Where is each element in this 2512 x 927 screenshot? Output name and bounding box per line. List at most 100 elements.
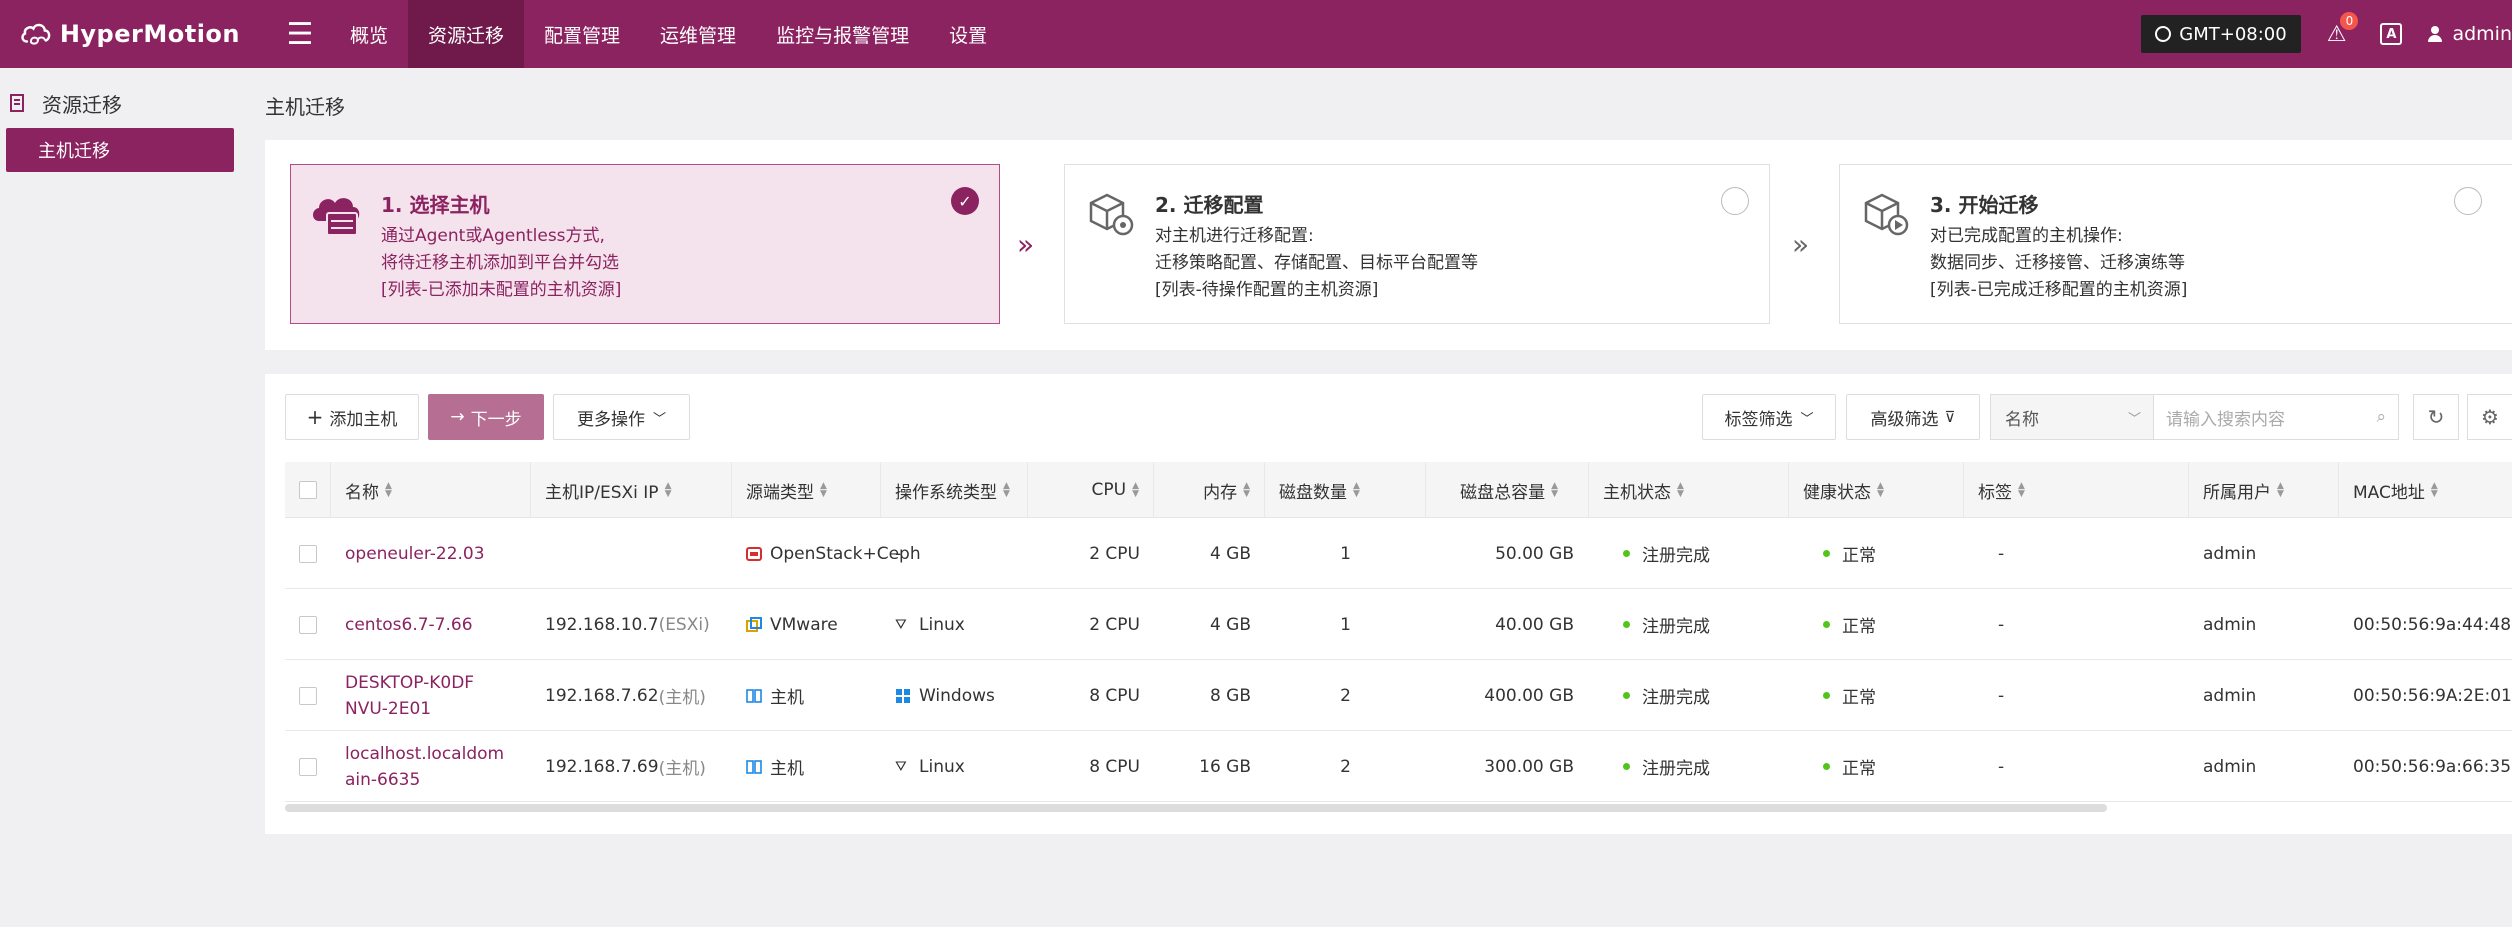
table-row[interactable]: localhost.localdomain-6635 192.168.7.69(… (285, 731, 2512, 802)
host-name-link[interactable]: centos6.7-7.66 (345, 589, 525, 660)
tags: - (1998, 685, 2005, 706)
step-desc-line: [列表-已添加未配置的主机资源] (381, 280, 622, 300)
menu-toggle-icon[interactable]: ☰ (270, 0, 330, 68)
mac-address (2353, 518, 2512, 589)
os-type: ⛛ Linux (895, 756, 965, 777)
tag-filter-dropdown[interactable]: 标签筛选 ﹀ (1702, 394, 1836, 440)
col-source-type[interactable]: 源端类型 ▲ ▼ (732, 462, 881, 518)
step-title: 3. 开始迁移 (1930, 193, 2039, 217)
notification-button[interactable]: ⚠ 0 (2327, 11, 2359, 47)
step-select-host[interactable]: 1. 选择主机 通过Agent或Agentless方式, 将待迁移主机添加到平台… (290, 164, 1000, 324)
status-dot (1623, 550, 1630, 557)
step-desc-line: 通过Agent或Agentless方式, (381, 226, 605, 246)
cpu-count: 8 CPU (1089, 756, 1140, 777)
owner: admin (2203, 685, 2257, 706)
nav-overview[interactable]: 概览 (330, 0, 408, 68)
sort-icon: ▲ ▼ (1551, 481, 1558, 499)
sort-icon: ▲ ▼ (664, 481, 672, 499)
step-migration-config[interactable]: 2. 迁移配置 对主机进行迁移配置: 迁移策略配置、存储配置、目标平台配置等 [… (1064, 164, 1770, 324)
nav-resource-migration[interactable]: 资源迁移 (408, 0, 525, 68)
col-memory[interactable]: 内存 ▲ ▼ (1154, 462, 1265, 518)
sort-icon: ▲ ▼ (1353, 481, 1360, 499)
host-icon (746, 759, 762, 774)
row-checkbox[interactable] (299, 686, 317, 705)
search-field-select[interactable]: 名称 ﹀ (1990, 394, 2154, 440)
select-all-checkbox[interactable] (298, 481, 317, 499)
status-dot (1623, 692, 1630, 699)
filter-icon: ⊽ (1944, 408, 1956, 426)
tags: - (1998, 543, 2005, 564)
more-actions-dropdown[interactable]: 更多操作 ﹀ (553, 394, 690, 440)
sidebar-group-resource-migration[interactable]: 资源迁移 (0, 78, 250, 128)
col-disk-count[interactable]: 磁盘数量 ▲ ▼ (1265, 462, 1426, 518)
arrow-right-icon: → (450, 407, 465, 427)
table-row[interactable]: DESKTOP-K0DFNVU-2E01 192.168.7.62 (主机) 主机… (285, 660, 2512, 731)
tags: - (1998, 756, 2005, 777)
sort-icon: ▲ ▼ (1877, 481, 1884, 499)
sidebar-item-host-migration[interactable]: 主机迁移 (6, 128, 234, 172)
mac-address: 00:50:56:9A:2E:01 (2353, 685, 2512, 706)
search-placeholder: 请输入搜索内容 (2166, 409, 2285, 430)
sort-icon: ▲ ▼ (2430, 481, 2438, 499)
cloud-server-icon (313, 198, 360, 236)
sort-icon: ▲ ▼ (385, 481, 392, 499)
settings-button[interactable]: ⚙ (2467, 394, 2512, 440)
timezone-button[interactable]: GMT+08:00 (2141, 15, 2301, 53)
step-start-migration[interactable]: 3. 开始迁移 对已完成配置的主机操作: 数据同步、迁移接管、迁移演练等 [列表… (1839, 164, 2512, 324)
sort-icon: ▲ ▼ (1132, 481, 1139, 499)
col-tags[interactable]: 标签 ▲ ▼ (1964, 462, 2189, 518)
col-os-type[interactable]: 操作系统类型 ▲ ▼ (881, 462, 1028, 518)
cpu-count: 2 CPU (1089, 543, 1140, 564)
table-header: 名称 ▲ ▼ 主机IP/ESXi IP ▲ ▼ 源端类型 ▲ ▼ 操作系统类型 ▲ ▼ CPU ▲… (285, 462, 2512, 518)
search-icon: ⌕ (2376, 407, 2386, 427)
col-name[interactable]: 名称 ▲ ▼ (331, 462, 531, 518)
col-disk-capacity[interactable]: 磁盘总容量 ▲ ▼ (1426, 462, 1589, 518)
col-host-status[interactable]: 主机状态 ▲ ▼ (1589, 462, 1789, 518)
col-health-status[interactable]: 健康状态 ▲ ▼ (1789, 462, 1964, 518)
col-ip[interactable]: 主机IP/ESXi IP ▲ ▼ (531, 462, 732, 518)
step-radio[interactable] (1721, 187, 1749, 215)
row-checkbox[interactable] (299, 615, 317, 634)
step-desc-line: 数据同步、迁移接管、迁移演练等 (1930, 253, 2185, 273)
host-ip: 192.168.7.62 (主机) (545, 685, 706, 709)
next-step-button[interactable]: → 下一步 (428, 394, 544, 440)
horizontal-scrollbar[interactable] (285, 804, 2107, 812)
status-dot (1823, 692, 1830, 699)
memory-size: 8 GB (1209, 685, 1251, 706)
row-checkbox[interactable] (299, 544, 317, 563)
username: admin (2452, 23, 2512, 45)
table-row[interactable]: centos6.7-7.66 192.168.10.7 (ESXi) VMware… (285, 589, 2512, 660)
user-menu[interactable]: admin (2428, 23, 2512, 45)
next-step-label: 下一步 (470, 409, 522, 430)
nav-settings[interactable]: 设置 (929, 0, 1007, 68)
nav-ops-management[interactable]: 运维管理 (640, 0, 756, 68)
host-name-link[interactable]: localhost.localdomain-6635 (345, 731, 505, 802)
refresh-button[interactable]: ↻ (2413, 394, 2459, 440)
row-checkbox[interactable] (299, 757, 317, 776)
host-name-link[interactable]: DESKTOP-K0DFNVU-2E01 (345, 660, 485, 731)
config-box-icon (1089, 193, 1134, 236)
col-cpu[interactable]: CPU ▲ ▼ (1028, 462, 1154, 518)
advanced-filter-label: 高级筛选 (1870, 409, 1939, 430)
nav-config-management[interactable]: 配置管理 (524, 0, 640, 68)
language-icon[interactable]: A (2380, 23, 2403, 45)
add-host-button[interactable]: + 添加主机 (285, 394, 419, 440)
chevron-down-icon: ﹀ (1800, 411, 1814, 427)
col-mac[interactable]: MAC地址 ▲ ▼ (2339, 462, 2512, 518)
select-all-checkbox-cell (285, 462, 331, 518)
top-nav-bar: HyperMotion ☰ 概览 资源迁移 配置管理 运维管理 监控与报警管理 … (0, 0, 2512, 68)
advanced-filter-button[interactable]: 高级筛选 ⊽ (1846, 394, 1980, 440)
host-status: 注册完成 (1623, 589, 1783, 660)
host-status: 注册完成 (1623, 518, 1783, 589)
nav-monitoring-alerts[interactable]: 监控与报警管理 (756, 0, 929, 68)
search-input[interactable]: 请输入搜索内容 ⌕ (2154, 394, 2399, 440)
step-radio[interactable] (2454, 187, 2482, 215)
table-row[interactable]: openeuler-22.03 OpenStack+Ceph - 2 CPU 4… (285, 518, 2512, 589)
table-toolbar: + 添加主机 → 下一步 更多操作 ﹀ 标签筛选 ﹀ 高级筛选 ⊽ 名称 ﹀ 请… (285, 394, 2512, 440)
disk-capacity: 300.00 GB (1484, 756, 1574, 777)
check-icon: ✓ (951, 187, 979, 215)
host-name-link[interactable]: openeuler-22.03 (345, 518, 525, 589)
logo[interactable]: HyperMotion (20, 9, 240, 59)
source-type: VMware (746, 589, 881, 660)
col-owner[interactable]: 所属用户 ▲ ▼ (2189, 462, 2339, 518)
